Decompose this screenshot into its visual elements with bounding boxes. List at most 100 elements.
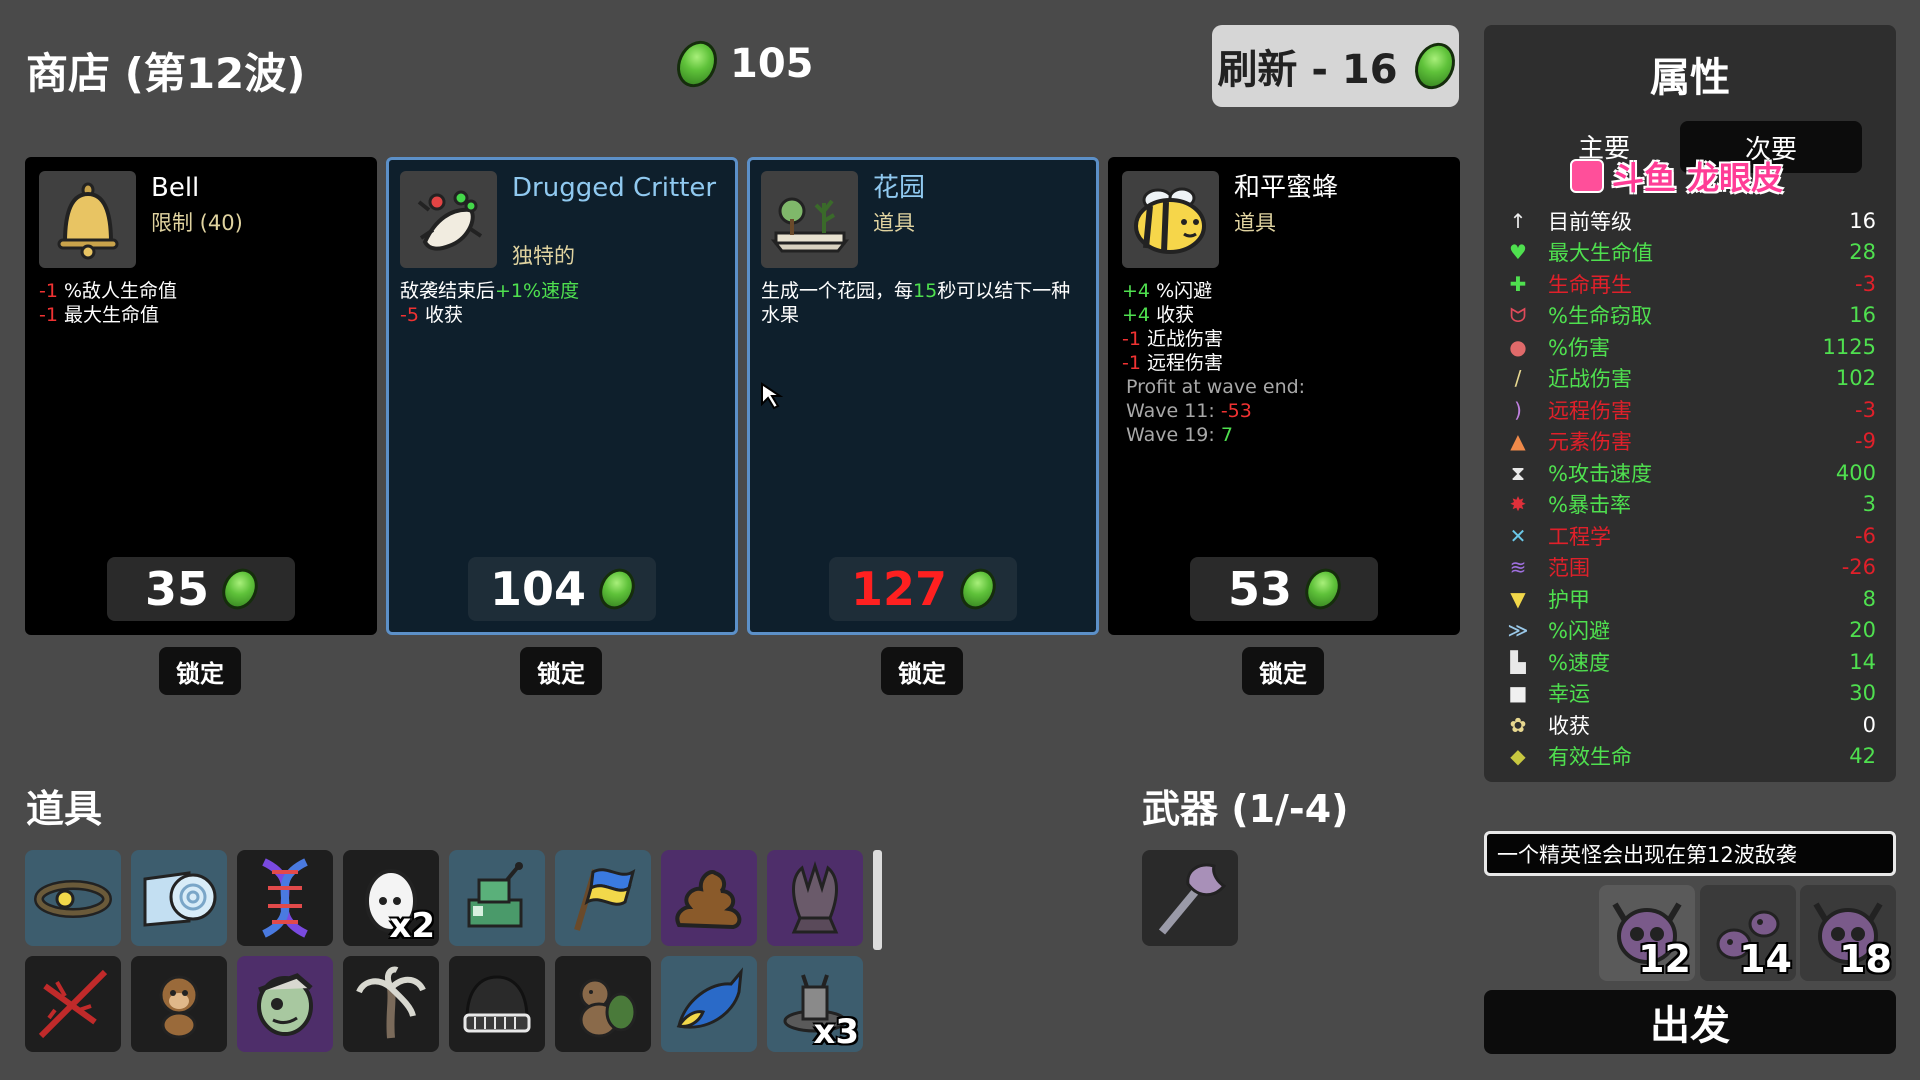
monkey-icon — [159, 975, 199, 1039]
stat-row[interactable]: ◆ 有效生命 42 — [1504, 741, 1876, 772]
stat-value: 42 — [1849, 744, 1876, 768]
item-slot-turret[interactable]: x3 — [767, 956, 863, 1052]
machine-icon — [467, 862, 523, 928]
item-slot-palm[interactable] — [343, 956, 439, 1052]
weapons-section-title: 武器 (1/-4) — [1142, 787, 1349, 831]
item-slot-alien[interactable] — [237, 956, 333, 1052]
stat-label: 收获 — [1548, 713, 1590, 738]
stat-value: 16 — [1849, 303, 1876, 327]
stats-title: 属性 — [1650, 55, 1730, 101]
stat-label: 最大生命值 — [1548, 241, 1653, 265]
stat-row[interactable]: ✸ %暴击率 3 — [1504, 489, 1876, 520]
fang-icon: ᗢ — [1509, 303, 1527, 327]
item-slot-turtle-bear[interactable] — [555, 956, 651, 1052]
item-effects: 敌袭结束后+1%速度 -5 收获 — [400, 280, 580, 326]
item-slot-thorns[interactable] — [25, 956, 121, 1052]
stat-row[interactable]: ⧗ %攻击速度 400 — [1504, 457, 1876, 488]
turtle-bear-icon — [579, 978, 637, 1038]
material-icon — [953, 562, 1003, 616]
lock-button[interactable]: 锁定 — [881, 647, 963, 695]
hourglass-icon: ⧗ — [1510, 460, 1526, 485]
stat-label: 目前等级 — [1548, 209, 1632, 234]
lock-button[interactable]: 锁定 — [520, 647, 602, 695]
material-icon — [1407, 36, 1462, 96]
wave-preview: 18 — [1800, 885, 1896, 981]
stat-row[interactable]: ♥ 最大生命值 28 — [1504, 237, 1876, 268]
stat-row[interactable]: ✿ 收获 0 — [1504, 709, 1876, 740]
stat-label: %闪避 — [1548, 619, 1610, 643]
harvest-icon: ✿ — [1509, 712, 1527, 737]
stat-label: %生命窃取 — [1548, 304, 1652, 328]
reroll-button[interactable]: 刷新 - 16 — [1212, 25, 1462, 107]
stat-row[interactable]: ● %伤害 1125 — [1504, 331, 1876, 362]
shop-item-card-garden[interactable]: 花园 道具 生成一个花园，每15秒可以结下一种水果 127 — [747, 157, 1099, 635]
lock-button[interactable]: 锁定 — [1242, 647, 1324, 695]
go-button[interactable]: 出发 — [1484, 990, 1896, 1054]
stat-row[interactable]: ) 远程伤害 -3 — [1504, 394, 1876, 425]
item-slot-poop[interactable] — [661, 850, 757, 946]
item-slot-flag[interactable] — [555, 850, 651, 946]
stat-row[interactable]: ≋ 范围 -26 — [1504, 552, 1876, 583]
item-effects: -1 %敌人生命值 -1 最大生命值 — [39, 280, 178, 326]
shop-item-card-bell[interactable]: Bell 限制 (40) -1 %敌人生命值 -1 最大生命值 35 — [25, 157, 377, 635]
weapon-slot-axe[interactable] — [1142, 850, 1238, 946]
item-limit: 限制 (40) — [151, 211, 243, 235]
item-kind: 道具 — [873, 211, 915, 235]
stat-row[interactable]: / 近战伤害 102 — [1504, 363, 1876, 394]
stat-value: 28 — [1849, 240, 1876, 264]
items-scrollbar[interactable] — [873, 850, 882, 950]
item-slot-machine[interactable] — [449, 850, 545, 946]
item-price: 35 — [107, 557, 295, 621]
ring-icon — [34, 880, 112, 918]
item-name: Drugged Critter — [512, 173, 717, 203]
stat-row[interactable]: ᗢ %生命窃取 16 — [1504, 300, 1876, 331]
stat-row[interactable]: ▼ 护甲 8 — [1504, 583, 1876, 614]
shop-item-card-peace-bee[interactable]: 和平蜜蜂 道具 +4 %闪避 +4 收获 -1 近战伤害 -1 远程伤害 Pro… — [1108, 157, 1460, 635]
stat-row[interactable]: ■ 幸运 30 — [1504, 678, 1876, 709]
stat-row[interactable]: ▲ 元素伤害 -9 — [1504, 426, 1876, 457]
stat-value: 30 — [1849, 681, 1876, 705]
item-slot-dna[interactable] — [237, 850, 333, 946]
mouse-cursor-icon — [761, 382, 784, 410]
level-icon: ↑ — [1509, 208, 1527, 233]
item-slot-ring[interactable] — [25, 850, 121, 946]
item-slot-fish[interactable] — [661, 956, 757, 1052]
boot-icon: ▙ — [1510, 649, 1526, 674]
bee-icon — [1122, 171, 1219, 268]
stat-value: 400 — [1835, 460, 1876, 485]
item-name: 花园 — [873, 173, 926, 203]
gold-counter: 105 — [669, 34, 814, 94]
axe-icon — [1158, 863, 1227, 935]
sword-icon: / — [1514, 366, 1522, 390]
item-price: 104 — [468, 557, 656, 621]
thorns-icon — [38, 969, 108, 1039]
item-slot-egg[interactable]: x2 — [343, 850, 439, 946]
wrench-icon: ✕ — [1509, 523, 1527, 548]
stat-label: 幸运 — [1548, 682, 1590, 706]
stat-label: 元素伤害 — [1548, 430, 1632, 454]
heart-icon: ♥ — [1509, 240, 1527, 264]
stat-row[interactable]: ✚ 生命再生 -3 — [1504, 268, 1876, 299]
critter-icon — [400, 171, 497, 268]
shop-item-card-drugged-critter[interactable]: Drugged Critter 独特的 敌袭结束后+1%速度 -5 收获 104 — [386, 157, 738, 635]
dice-icon: ■ — [1508, 681, 1528, 705]
stat-label: %暴击率 — [1548, 493, 1631, 517]
beanie-icon — [463, 975, 531, 1033]
stat-row[interactable]: ↑ 目前等级 16 — [1504, 205, 1876, 236]
stat-row[interactable]: ▙ %速度 14 — [1504, 646, 1876, 677]
wave-preview: 14 — [1700, 885, 1796, 981]
wave-number: 12 — [1638, 937, 1691, 981]
effective-hp-icon: ◆ — [1510, 744, 1526, 768]
lock-button[interactable]: 锁定 — [159, 647, 241, 695]
item-slot-statue[interactable] — [767, 850, 863, 946]
scroll-icon — [143, 871, 217, 927]
stat-row[interactable]: ≫ %闪避 20 — [1504, 615, 1876, 646]
stat-row[interactable]: ✕ 工程学 -6 — [1504, 520, 1876, 551]
dna-icon — [262, 858, 308, 938]
item-slot-monkey[interactable] — [131, 956, 227, 1052]
alien-icon — [257, 973, 313, 1036]
crit-icon: ✸ — [1509, 492, 1527, 516]
item-slot-scroll[interactable] — [131, 850, 227, 946]
item-slot-beanie[interactable] — [449, 956, 545, 1052]
stat-label: 近战伤害 — [1548, 367, 1632, 391]
